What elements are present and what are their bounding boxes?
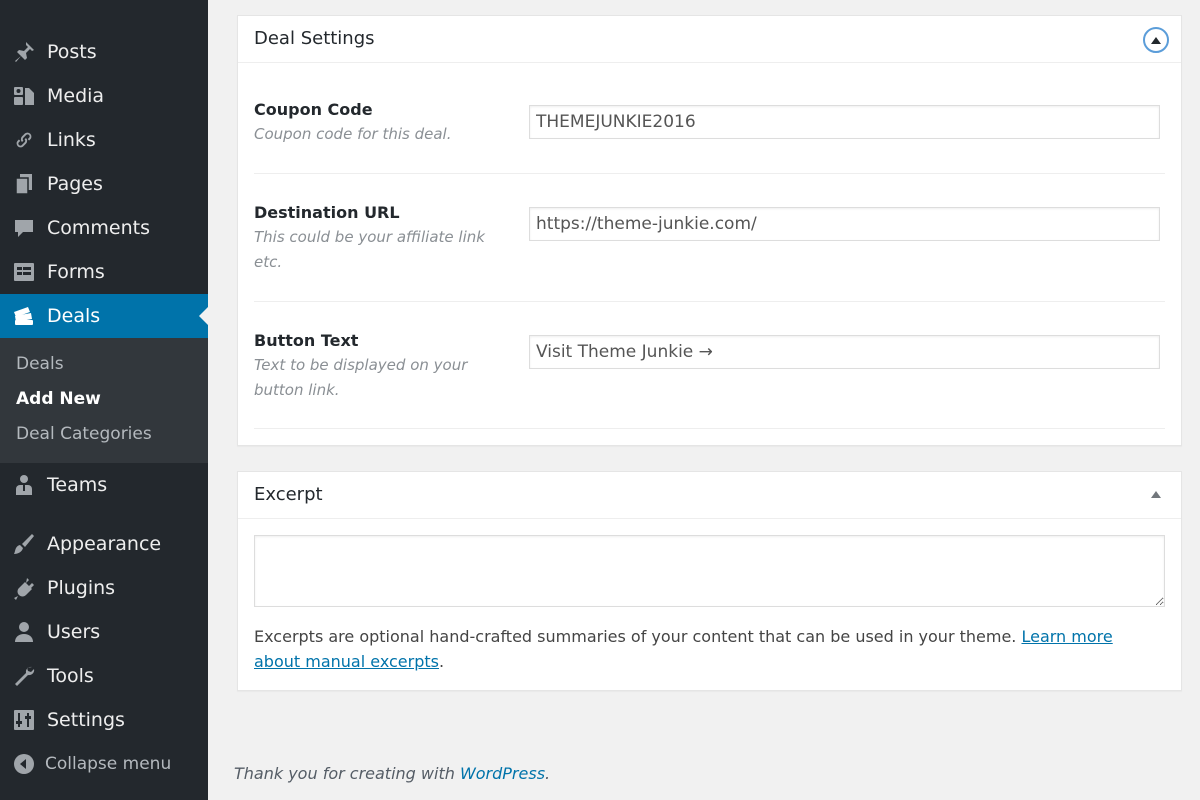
sidebar-item-label: Tools — [47, 665, 94, 687]
destination-url-label: Destination URL — [254, 203, 400, 222]
excerpt-help-text: Excerpts are optional hand-crafted summa… — [254, 624, 1154, 674]
link-icon — [11, 127, 37, 153]
sidebar-item-label: Deals — [47, 305, 101, 327]
sidebar-item-teams[interactable]: Teams — [0, 463, 208, 507]
sidebar-item-forms[interactable]: Forms — [0, 250, 208, 294]
submenu-item-deal-categories[interactable]: Deal Categories — [16, 424, 152, 444]
pin-icon — [11, 39, 37, 65]
collapse-menu-label: Collapse menu — [45, 754, 172, 774]
sidebar-item-label: Posts — [47, 41, 97, 63]
sidebar-item-label: Media — [47, 85, 105, 107]
plug-icon — [11, 575, 37, 601]
button-text-input[interactable] — [529, 335, 1160, 369]
collapse-arrow-icon — [13, 753, 35, 775]
destination-url-row: Destination URL This could be your affil… — [254, 174, 1165, 302]
destination-url-description: This could be your affiliate link etc. — [254, 228, 485, 271]
sidebar-item-label: Plugins — [47, 577, 116, 599]
sidebar-item-pages[interactable]: Pages — [0, 162, 208, 206]
sidebar-item-links[interactable]: Links — [0, 118, 208, 162]
collapse-up-icon — [1151, 36, 1161, 44]
sidebar-item-media[interactable]: Media — [0, 74, 208, 118]
admin-footer: Thank you for creating with WordPress. — [234, 764, 550, 783]
excerpt-header[interactable]: Excerpt — [238, 472, 1181, 519]
excerpt-metabox: Excerpt Excerpts are optional hand-craft… — [237, 471, 1182, 691]
wordpress-link[interactable]: WordPress — [460, 764, 545, 783]
button-text-label: Button Text — [254, 331, 359, 350]
coupon-code-input[interactable] — [529, 105, 1160, 139]
deals-icon — [11, 303, 37, 329]
sidebar-item-label: Appearance — [47, 533, 162, 555]
sidebar-item-deals[interactable]: Deals — [0, 294, 208, 338]
current-menu-arrow — [199, 307, 208, 325]
pages-icon — [11, 171, 37, 197]
sidebar-item-label: Links — [47, 129, 96, 151]
button-text-description: Text to be displayed on your button link… — [254, 356, 468, 399]
footer-end: . — [545, 764, 551, 783]
destination-url-input[interactable] — [529, 207, 1160, 241]
media-icon — [11, 83, 37, 109]
coupon-code-label: Coupon Code — [254, 100, 373, 119]
forms-icon — [11, 259, 37, 285]
excerpt-textarea[interactable] — [254, 535, 1165, 607]
sidebar-item-settings[interactable]: Settings — [0, 698, 208, 742]
collapse-menu-button[interactable]: Collapse menu — [0, 744, 208, 784]
teams-icon — [11, 472, 37, 498]
wrench-icon — [11, 663, 37, 689]
coupon-code-description: Coupon code for this deal. — [254, 125, 452, 143]
deal-settings-toggle-button[interactable] — [1143, 27, 1169, 53]
sidebar-item-label: Forms — [47, 261, 105, 283]
sidebar-item-label: Teams — [47, 474, 108, 496]
excerpt-help-body: Excerpts are optional hand-crafted summa… — [254, 627, 1022, 646]
coupon-code-row: Coupon Code Coupon code for this deal. — [254, 63, 1165, 174]
sidebar-item-users[interactable]: Users — [0, 610, 208, 654]
excerpt-toggle-button[interactable] — [1151, 491, 1161, 498]
footer-text: Thank you for creating with — [234, 764, 460, 783]
button-text-row: Button Text Text to be displayed on your… — [254, 302, 1165, 429]
deal-settings-metabox: Deal Settings Coupon Code Coupon code fo… — [237, 15, 1182, 446]
sidebar-item-tools[interactable]: Tools — [0, 654, 208, 698]
deals-submenu: Deals Add New Deal Categories — [0, 338, 208, 463]
submenu-item-add-new[interactable]: Add New — [16, 389, 101, 409]
sidebar-item-comments[interactable]: Comments — [0, 206, 208, 250]
comment-icon — [11, 215, 37, 241]
sidebar-item-label: Users — [47, 621, 101, 643]
sidebar-item-posts[interactable]: Posts — [0, 30, 208, 74]
sidebar-item-appearance[interactable]: Appearance — [0, 522, 208, 566]
settings-icon — [11, 707, 37, 733]
sidebar-item-label: Pages — [47, 173, 103, 195]
submenu-item-deals[interactable]: Deals — [16, 354, 64, 374]
admin-sidebar: Posts Media Links Pages Comments Forms D… — [0, 0, 208, 800]
excerpt-help-end: . — [439, 652, 445, 671]
deal-settings-header[interactable]: Deal Settings — [238, 16, 1181, 63]
deal-settings-title: Deal Settings — [254, 28, 375, 49]
excerpt-title: Excerpt — [254, 484, 323, 505]
collapse-up-icon — [1151, 491, 1161, 498]
sidebar-item-plugins[interactable]: Plugins — [0, 566, 208, 610]
sidebar-item-label: Comments — [47, 217, 150, 239]
brush-icon — [11, 531, 37, 557]
user-icon — [11, 619, 37, 645]
sidebar-item-label: Settings — [47, 709, 125, 731]
